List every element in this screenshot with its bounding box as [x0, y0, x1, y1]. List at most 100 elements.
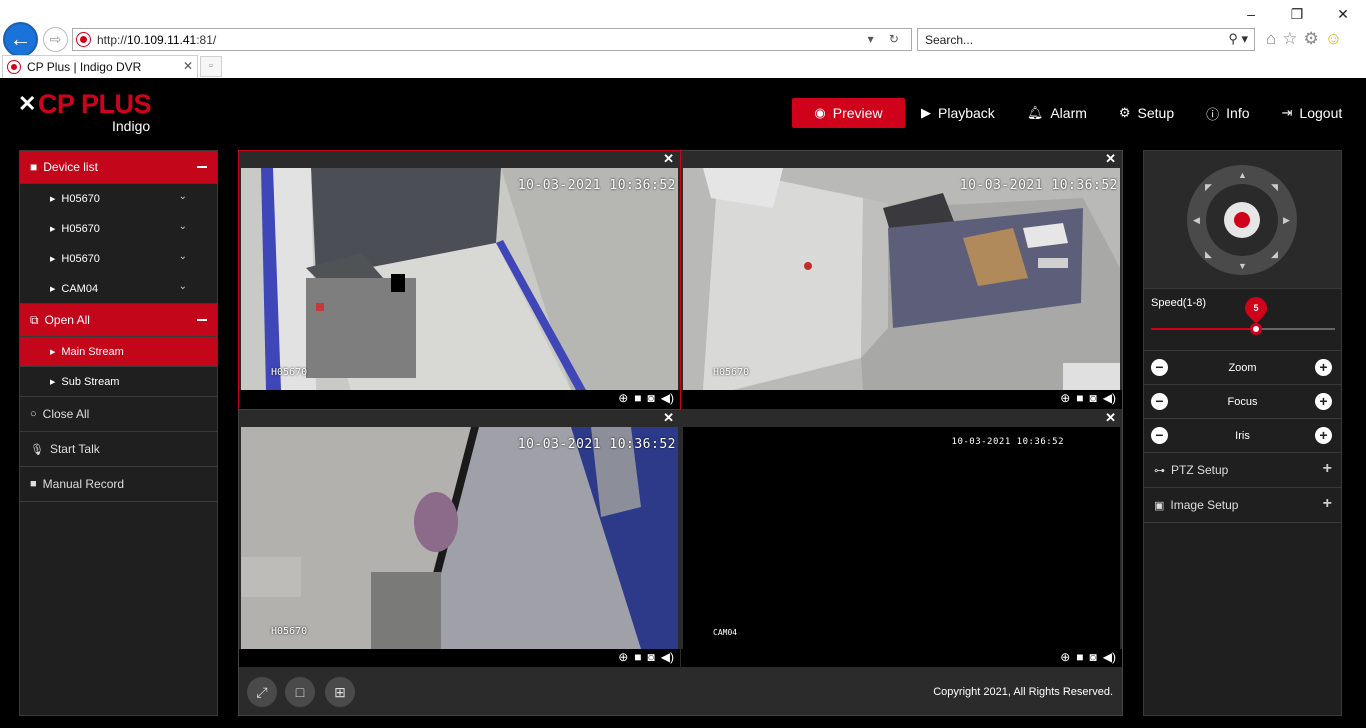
zoom-in-icon[interactable]: ⊕: [618, 391, 628, 405]
device-item[interactable]: ▶ H05670 ⌄: [20, 184, 217, 214]
chevron-down-icon[interactable]: ⌄: [179, 281, 187, 292]
iris-minus-icon[interactable]: −: [1151, 427, 1168, 444]
image-setup-section[interactable]: ▣ Image Setup +: [1144, 488, 1341, 523]
speed-label: Speed(1-8): [1151, 297, 1207, 309]
nav-setup[interactable]: ⚙ Setup: [1103, 98, 1190, 128]
volume-icon[interactable]: ◀): [1103, 650, 1116, 664]
refresh-icon[interactable]: ▾ ↻: [868, 32, 905, 46]
volume-icon[interactable]: ◀): [1103, 391, 1116, 405]
back-button[interactable]: ←: [3, 22, 38, 57]
search-box[interactable]: Search... ⚲ ▾: [917, 28, 1255, 51]
record-video-icon[interactable]: ■: [634, 391, 641, 405]
video-cell[interactable]: ✕ 10-03-2021 10:36:52 H05670 ⊕ ■ ◙ ◀): [238, 150, 681, 410]
single-view-icon[interactable]: □: [285, 677, 315, 707]
nav-preview-label: Preview: [832, 105, 883, 121]
device-label: H05670: [61, 193, 100, 205]
open-all-label: Open All: [44, 313, 90, 327]
start-talk-button[interactable]: 🎙︎ Start Talk: [20, 432, 217, 467]
quad-view-icon[interactable]: ⊞: [325, 677, 355, 707]
collapse-icon[interactable]: [197, 166, 207, 168]
zoom-in-plus-icon[interactable]: +: [1315, 359, 1332, 376]
settings-gear-icon[interactable]: ⚙: [1304, 29, 1319, 49]
snapshot-camera-icon[interactable]: ◙: [648, 391, 655, 405]
restore-icon[interactable]: ❐: [1274, 0, 1320, 28]
iris-plus-icon[interactable]: +: [1315, 427, 1332, 444]
record-video-icon[interactable]: ■: [634, 650, 641, 664]
tab-close-icon[interactable]: ✕: [183, 59, 193, 73]
snapshot-camera-icon[interactable]: ◙: [648, 650, 655, 664]
main-stream-item[interactable]: ▶ Main Stream: [20, 337, 217, 367]
device-item[interactable]: ▶ H05670 ⌄: [20, 214, 217, 244]
manual-record-button[interactable]: ■ Manual Record: [20, 467, 217, 502]
volume-icon[interactable]: ◀): [661, 391, 674, 405]
smiley-icon[interactable]: ☺: [1325, 29, 1342, 49]
video-cell[interactable]: ✕ 10-03-2021 10:36:52 H05670 ⊕ ■ ◙ ◀): [681, 151, 1122, 409]
arrow-up-icon[interactable]: ▲: [1238, 170, 1247, 180]
device-item[interactable]: ▶ H05670 ⌄: [20, 244, 217, 274]
record-video-icon[interactable]: ■: [1076, 391, 1083, 405]
video-feed[interactable]: 10-03-2021 10:36:52 H05670: [241, 168, 678, 390]
open-all-header[interactable]: ⧉ Open All: [20, 304, 217, 337]
device-list-header[interactable]: ■ Device list: [20, 151, 217, 184]
nav-logout[interactable]: ⇥ Logout: [1266, 98, 1359, 128]
zoom-in-icon[interactable]: ⊕: [618, 650, 628, 664]
close-window-icon[interactable]: ✕: [1320, 0, 1366, 28]
zoom-in-icon[interactable]: ⊕: [1060, 391, 1070, 405]
video-cell[interactable]: ✕ 10-03-2021 10:36:52 CAM04 ⊕ ■ ◙ ◀): [681, 410, 1122, 668]
chevron-down-icon[interactable]: ⌄: [179, 221, 187, 232]
open-external-icon: ⧉: [30, 312, 39, 327]
close-icon[interactable]: ✕: [1105, 410, 1116, 426]
speed-slider-thumb[interactable]: [1249, 323, 1262, 335]
search-icon[interactable]: ⚲ ▾: [1228, 31, 1248, 47]
nav-alarm[interactable]: 🔔︎ Alarm: [1011, 98, 1103, 128]
sub-stream-item[interactable]: ▶ Sub Stream: [20, 367, 217, 397]
arrow-right-icon[interactable]: ▶: [1283, 215, 1290, 226]
nav-playback[interactable]: ▶ Playback: [905, 98, 1011, 128]
eye-icon: ◉: [814, 105, 826, 120]
chevron-down-icon[interactable]: ⌄: [179, 191, 187, 202]
manual-record-label: Manual Record: [42, 477, 125, 491]
arrow-up-right-icon[interactable]: ◥: [1271, 182, 1278, 193]
minimize-icon[interactable]: –: [1228, 0, 1274, 28]
snapshot-camera-icon[interactable]: ◙: [1090, 650, 1097, 664]
expand-plus-icon[interactable]: +: [1323, 460, 1332, 478]
collapse-icon[interactable]: [197, 319, 207, 321]
new-tab-button[interactable]: ▫: [200, 56, 222, 77]
arrow-left-icon[interactable]: ◀: [1193, 215, 1200, 226]
expand-plus-icon[interactable]: +: [1323, 495, 1332, 513]
arrow-down-left-icon[interactable]: ◣: [1205, 249, 1212, 260]
zoom-out-icon[interactable]: −: [1151, 359, 1168, 376]
record-video-icon[interactable]: ■: [1076, 650, 1083, 664]
chevron-down-icon[interactable]: ⌄: [179, 251, 187, 262]
ptz-setup-section[interactable]: ⊶ PTZ Setup +: [1144, 453, 1341, 488]
close-icon[interactable]: ✕: [1105, 151, 1116, 167]
nav-preview[interactable]: ◉ Preview: [792, 98, 905, 128]
browser-tab[interactable]: CP Plus | Indigo DVR ✕: [2, 55, 198, 78]
zoom-in-icon[interactable]: ⊕: [1060, 650, 1070, 664]
arrow-down-icon[interactable]: ▼: [1238, 261, 1247, 271]
ptz-center-knob[interactable]: [1224, 202, 1260, 238]
nav-info[interactable]: ⓘ Info: [1190, 98, 1265, 128]
ptz-direction-ring[interactable]: ▲ ▼ ◀ ▶ ◤ ◥ ◣ ◢: [1187, 165, 1297, 275]
focus-plus-icon[interactable]: +: [1315, 393, 1332, 410]
home-icon[interactable]: ⌂: [1266, 29, 1276, 49]
close-icon[interactable]: ✕: [663, 410, 674, 426]
focus-label: Focus: [1227, 395, 1258, 408]
close-icon[interactable]: ✕: [663, 151, 674, 167]
close-all-button[interactable]: ○ Close All: [20, 397, 217, 432]
video-feed[interactable]: 10-03-2021 10:36:52 H05670: [683, 168, 1120, 390]
snapshot-camera-icon[interactable]: ◙: [1090, 391, 1097, 405]
focus-minus-icon[interactable]: −: [1151, 393, 1168, 410]
video-feed[interactable]: 10-03-2021 10:36:52 CAM04: [683, 427, 1120, 649]
favorites-star-icon[interactable]: ☆: [1282, 29, 1297, 49]
forward-button[interactable]: ⇨: [43, 27, 68, 52]
arrow-up-left-icon[interactable]: ◤: [1205, 182, 1212, 193]
address-bar[interactable]: http://10.109.11.41:81/ ▾ ↻: [72, 28, 912, 51]
volume-icon[interactable]: ◀): [661, 650, 674, 664]
arrow-down-right-icon[interactable]: ◢: [1271, 249, 1278, 260]
fullscreen-icon[interactable]: ⤢: [247, 677, 277, 707]
video-cell[interactable]: ✕ 10-03-2021 10:36:52 H05670 ⊕ ■ ◙ ◀): [239, 410, 680, 668]
device-item[interactable]: ▶ CAM04 ⌄: [20, 274, 217, 304]
video-feed[interactable]: 10-03-2021 10:36:52 H05670: [241, 427, 678, 649]
speed-slider[interactable]: 5: [1151, 292, 1335, 335]
